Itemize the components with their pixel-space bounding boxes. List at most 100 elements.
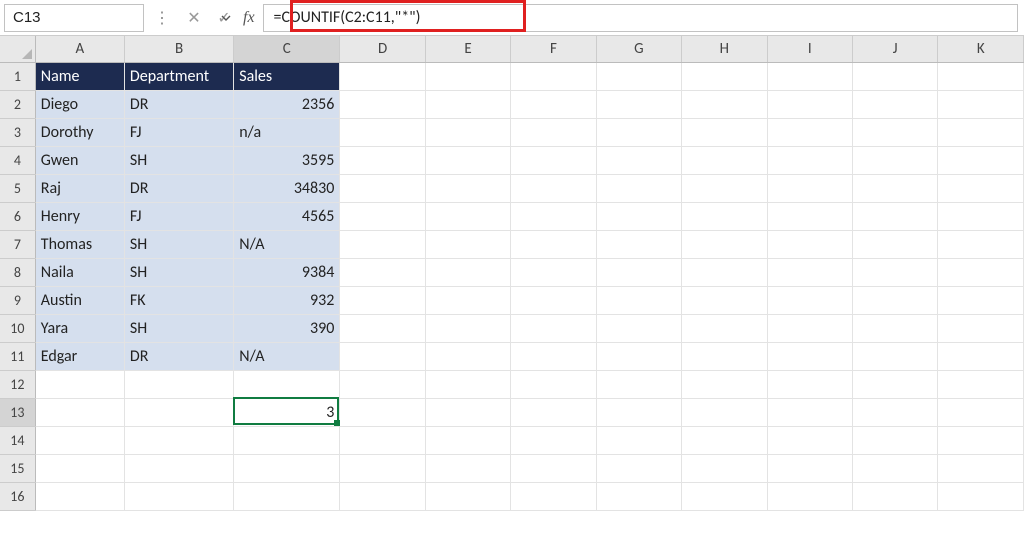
- cell-H10[interactable]: [682, 314, 767, 342]
- cell-A12[interactable]: [35, 370, 124, 398]
- cell-H3[interactable]: [682, 118, 767, 146]
- cell-J15[interactable]: [852, 454, 937, 482]
- cell-K2[interactable]: [938, 90, 1024, 118]
- cell-G3[interactable]: [596, 118, 681, 146]
- cell-E15[interactable]: [425, 454, 510, 482]
- cell-H13[interactable]: [682, 398, 767, 426]
- cell-F10[interactable]: [511, 314, 596, 342]
- cell-B1[interactable]: Department: [124, 62, 233, 90]
- cell-B6[interactable]: FJ: [124, 202, 233, 230]
- row-header-12[interactable]: 12: [0, 370, 35, 398]
- cell-D1[interactable]: [340, 62, 425, 90]
- row-header-16[interactable]: 16: [0, 482, 35, 510]
- cell-I5[interactable]: [767, 174, 852, 202]
- cell-E3[interactable]: [425, 118, 510, 146]
- cell-G1[interactable]: [596, 62, 681, 90]
- cell-C9[interactable]: 932: [234, 286, 340, 314]
- row-header-8[interactable]: 8: [0, 258, 35, 286]
- cell-H7[interactable]: [682, 230, 767, 258]
- cell-K8[interactable]: [938, 258, 1024, 286]
- cell-E2[interactable]: [425, 90, 510, 118]
- name-box-dropdown[interactable]: [220, 13, 231, 23]
- cell-I15[interactable]: [767, 454, 852, 482]
- cell-E10[interactable]: [425, 314, 510, 342]
- cell-F4[interactable]: [511, 146, 596, 174]
- cell-B8[interactable]: SH: [124, 258, 233, 286]
- cell-B16[interactable]: [124, 482, 233, 510]
- cell-C1[interactable]: Sales: [234, 62, 340, 90]
- cell-J12[interactable]: [852, 370, 937, 398]
- cell-D11[interactable]: [340, 342, 425, 370]
- cell-D13[interactable]: [340, 398, 425, 426]
- cell-E5[interactable]: [425, 174, 510, 202]
- cell-G2[interactable]: [596, 90, 681, 118]
- cell-H11[interactable]: [682, 342, 767, 370]
- cell-I11[interactable]: [767, 342, 852, 370]
- cell-J14[interactable]: [852, 426, 937, 454]
- select-all-corner[interactable]: [0, 36, 35, 62]
- cell-A14[interactable]: [35, 426, 124, 454]
- cell-G13[interactable]: [596, 398, 681, 426]
- column-header-B[interactable]: B: [124, 36, 233, 62]
- cell-E9[interactable]: [425, 286, 510, 314]
- cell-F5[interactable]: [511, 174, 596, 202]
- cell-E6[interactable]: [425, 202, 510, 230]
- cell-J10[interactable]: [852, 314, 937, 342]
- column-header-C[interactable]: C: [234, 36, 340, 62]
- cell-J5[interactable]: [852, 174, 937, 202]
- cell-F14[interactable]: [511, 426, 596, 454]
- cell-E12[interactable]: [425, 370, 510, 398]
- cell-K1[interactable]: [938, 62, 1024, 90]
- cell-G4[interactable]: [596, 146, 681, 174]
- cell-A1[interactable]: Name: [35, 62, 124, 90]
- cell-F2[interactable]: [511, 90, 596, 118]
- cell-C2[interactable]: 2356: [234, 90, 340, 118]
- cell-K7[interactable]: [938, 230, 1024, 258]
- cell-J11[interactable]: [852, 342, 937, 370]
- cell-J3[interactable]: [852, 118, 937, 146]
- cell-J9[interactable]: [852, 286, 937, 314]
- column-header-H[interactable]: H: [682, 36, 767, 62]
- cell-A4[interactable]: Gwen: [35, 146, 124, 174]
- cell-J2[interactable]: [852, 90, 937, 118]
- cell-A8[interactable]: Naila: [35, 258, 124, 286]
- cell-G12[interactable]: [596, 370, 681, 398]
- cell-G5[interactable]: [596, 174, 681, 202]
- cell-J16[interactable]: [852, 482, 937, 510]
- cell-I14[interactable]: [767, 426, 852, 454]
- name-box-input[interactable]: [5, 9, 220, 26]
- cell-G14[interactable]: [596, 426, 681, 454]
- cell-C4[interactable]: 3595: [234, 146, 340, 174]
- cell-K6[interactable]: [938, 202, 1024, 230]
- cell-G6[interactable]: [596, 202, 681, 230]
- cell-C3[interactable]: n/a: [234, 118, 340, 146]
- cell-F6[interactable]: [511, 202, 596, 230]
- cell-F7[interactable]: [511, 230, 596, 258]
- cell-E7[interactable]: [425, 230, 510, 258]
- cell-I6[interactable]: [767, 202, 852, 230]
- cell-J13[interactable]: [852, 398, 937, 426]
- cell-F1[interactable]: [511, 62, 596, 90]
- cell-A5[interactable]: Raj: [35, 174, 124, 202]
- cell-B7[interactable]: SH: [124, 230, 233, 258]
- cell-I3[interactable]: [767, 118, 852, 146]
- cell-I13[interactable]: [767, 398, 852, 426]
- cell-H15[interactable]: [682, 454, 767, 482]
- cell-E11[interactable]: [425, 342, 510, 370]
- row-header-6[interactable]: 6: [0, 202, 35, 230]
- cell-I4[interactable]: [767, 146, 852, 174]
- cell-C14[interactable]: [234, 426, 340, 454]
- column-header-E[interactable]: E: [425, 36, 510, 62]
- cell-D14[interactable]: [340, 426, 425, 454]
- cell-F12[interactable]: [511, 370, 596, 398]
- cell-H6[interactable]: [682, 202, 767, 230]
- cell-D6[interactable]: [340, 202, 425, 230]
- insert-function-button[interactable]: fx: [239, 9, 263, 27]
- cell-I10[interactable]: [767, 314, 852, 342]
- row-header-13[interactable]: 13: [0, 398, 35, 426]
- cell-G16[interactable]: [596, 482, 681, 510]
- cell-F11[interactable]: [511, 342, 596, 370]
- cell-K11[interactable]: [938, 342, 1024, 370]
- cell-E1[interactable]: [425, 62, 510, 90]
- cell-G7[interactable]: [596, 230, 681, 258]
